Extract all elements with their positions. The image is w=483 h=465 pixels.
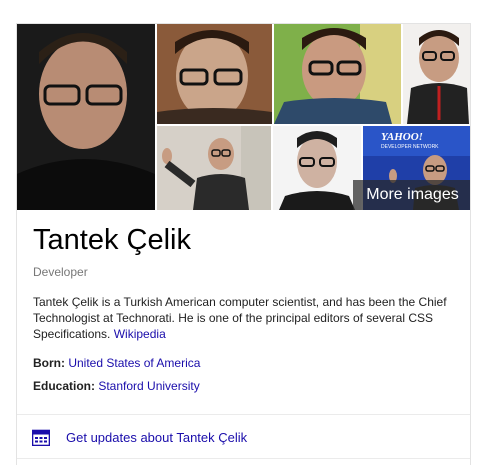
fact-value-link[interactable]: United States of America	[68, 356, 200, 370]
fact-education: Education: Stanford University	[33, 379, 200, 393]
knowledge-panel: YAHOO! DEVELOPER NETWORK More images Tan…	[16, 23, 471, 465]
svg-text:DEVELOPER NETWORK: DEVELOPER NETWORK	[381, 144, 439, 150]
get-updates-label: Get updates about Tantek Çelik	[66, 429, 248, 445]
divider	[17, 414, 470, 415]
fact-born: Born: United States of America	[33, 356, 200, 370]
image-tile-4[interactable]	[403, 24, 470, 124]
entity-description: Tantek Çelik is a Turkish American compu…	[33, 294, 463, 342]
entity-subtitle: Developer	[33, 265, 88, 279]
image-tile-2[interactable]	[157, 24, 272, 124]
image-tile-3[interactable]	[274, 24, 401, 124]
entity-title: Tantek Çelik	[33, 224, 191, 256]
image-tile-5[interactable]	[157, 126, 271, 210]
divider	[17, 458, 470, 459]
fact-value-link[interactable]: Stanford University	[98, 379, 199, 393]
image-tile-6[interactable]	[273, 126, 361, 210]
more-images-button[interactable]: More images	[353, 180, 470, 210]
image-mosaic: YAHOO! DEVELOPER NETWORK More images	[17, 24, 470, 210]
fact-label: Education:	[33, 379, 95, 393]
description-text: Tantek Çelik is a Turkish American compu…	[33, 295, 447, 341]
calendar-icon	[32, 429, 50, 446]
wikipedia-link[interactable]: Wikipedia	[114, 327, 166, 341]
fact-label: Born:	[33, 356, 65, 370]
get-updates-button[interactable]: Get updates about Tantek Çelik	[32, 427, 247, 447]
svg-text:YAHOO!: YAHOO!	[381, 131, 423, 143]
image-tile-1[interactable]	[17, 24, 155, 210]
